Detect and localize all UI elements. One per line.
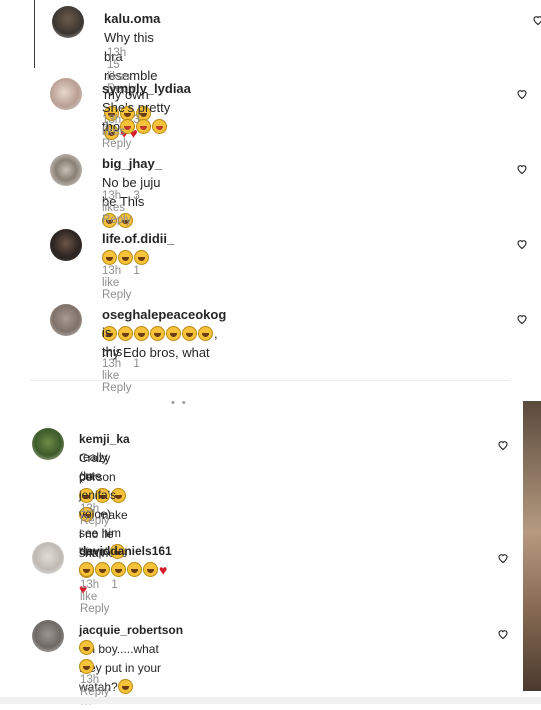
avatar[interactable]: [32, 542, 64, 574]
comment-username[interactable]: oseghalepeaceokog: [102, 307, 226, 322]
comment-time: 13h: [102, 190, 122, 202]
comment-time: 13h: [102, 114, 122, 126]
comment-text-continued: is this: [102, 325, 123, 359]
laughing-emoji-icon: [79, 640, 95, 674]
laughing-emoji-icon: [79, 562, 159, 577]
comment-time: 13h: [102, 358, 122, 370]
reply-button[interactable]: Reply: [80, 515, 109, 527]
comment-username[interactable]: big_jhay_: [102, 156, 162, 171]
comment-username[interactable]: jacquie_robertson: [79, 623, 183, 637]
avatar[interactable]: [50, 304, 82, 336]
avatar[interactable]: [52, 6, 84, 38]
reply-button[interactable]: Reply: [102, 382, 131, 394]
avatar[interactable]: [32, 428, 64, 460]
comment-time: 13h: [80, 503, 100, 515]
laughing-emoji-icon: [117, 679, 134, 694]
comment-username[interactable]: life.of.didii_: [102, 231, 174, 246]
heart-outline-icon[interactable]: [497, 552, 509, 564]
red-heart-emoji-icon: ♥: [159, 562, 168, 578]
comment-username[interactable]: kemji_ka: [79, 432, 130, 446]
avatar[interactable]: [50, 154, 82, 186]
heart-outline-icon[interactable]: [516, 163, 528, 175]
bottom-divider: [0, 697, 541, 704]
heart-outline-icon[interactable]: [497, 628, 509, 640]
thread-line: [34, 0, 35, 68]
heart-outline-icon[interactable]: [516, 313, 528, 325]
comment-username[interactable]: daviddaniels161: [79, 544, 172, 558]
avatar[interactable]: [32, 620, 64, 652]
avatar[interactable]: [50, 229, 82, 261]
more-options-icon[interactable]: • •: [171, 397, 188, 409]
heart-outline-icon[interactable]: [532, 14, 541, 26]
heart-outline-icon[interactable]: [516, 238, 528, 250]
comment-time: 13h: [80, 579, 100, 591]
comment-username[interactable]: symply_lydiaa: [102, 81, 191, 96]
reply-button[interactable]: Reply: [102, 214, 131, 226]
comment-time: 13h: [80, 674, 100, 686]
laughing-emoji-icon: [102, 250, 150, 265]
reply-button[interactable]: Reply: [102, 138, 131, 150]
heart-outline-icon[interactable]: [516, 88, 528, 100]
comment-time: 13h: [102, 265, 122, 277]
avatar[interactable]: [50, 78, 82, 110]
reply-button[interactable]: Reply: [102, 289, 131, 301]
post-image-edge: [523, 401, 541, 691]
comment-username[interactable]: kalu.oma: [104, 11, 160, 26]
section-divider: [30, 380, 510, 381]
reply-button[interactable]: Reply: [80, 603, 109, 615]
comment-time: 13h: [107, 47, 127, 59]
heart-outline-icon[interactable]: [497, 439, 509, 451]
